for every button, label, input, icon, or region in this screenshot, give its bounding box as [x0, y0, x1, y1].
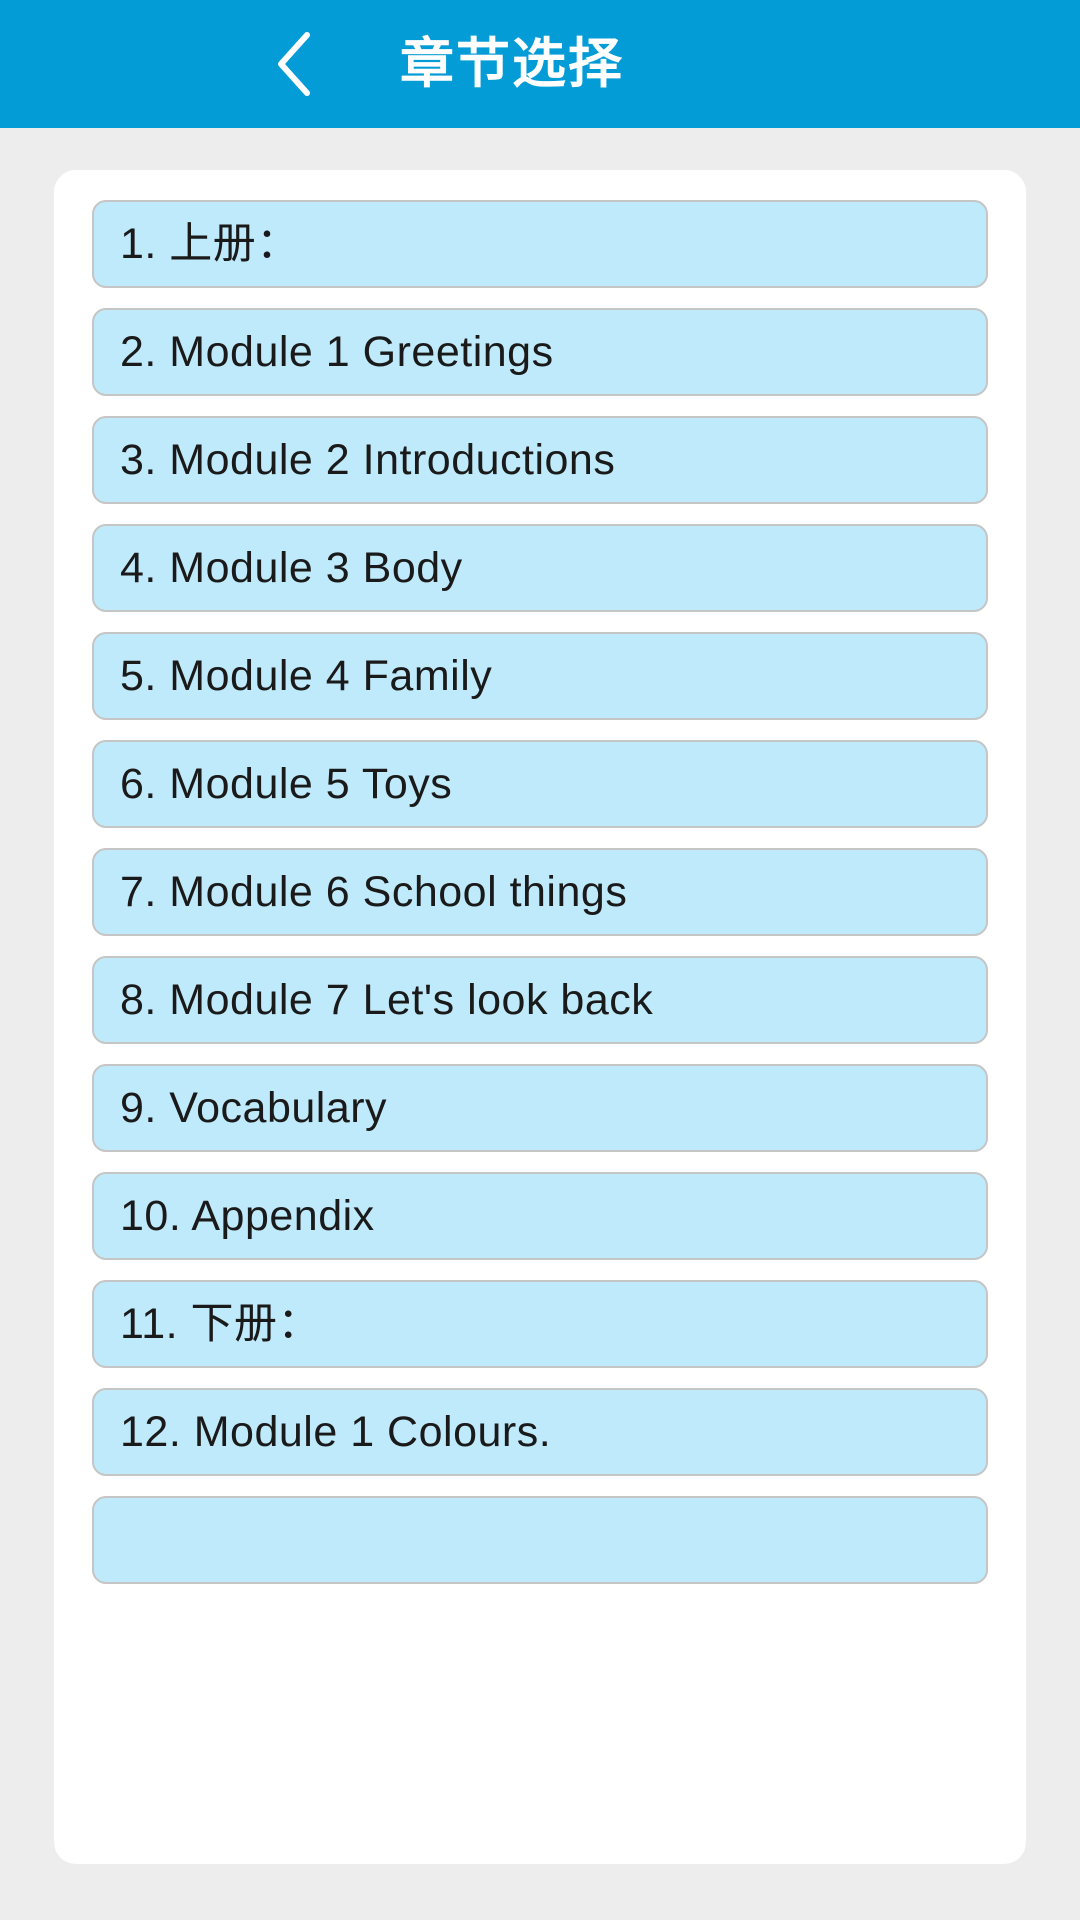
page-content: 1. 上册： 2. Module 1 Greetings 3. Module 2 I…: [0, 128, 1080, 1920]
chapter-item-label: 2. Module 1 Greetings: [120, 327, 554, 376]
chevron-left-icon: [271, 29, 317, 99]
chapter-list-item[interactable]: 11. 下册：: [92, 1280, 988, 1368]
chapter-list-item[interactable]: 3. Module 2 Introductions: [92, 416, 988, 504]
chapter-list-item[interactable]: 10. Appendix: [92, 1172, 988, 1260]
chapter-list-item[interactable]: [92, 1496, 988, 1584]
chapter-list-item[interactable]: 4. Module 3 Body: [92, 524, 988, 612]
chapter-list-item[interactable]: 8. Module 7 Let's look back: [92, 956, 988, 1044]
chapter-item-label: 7. Module 6 School things: [120, 867, 628, 916]
chapter-list-item[interactable]: 5. Module 4 Family: [92, 632, 988, 720]
chapter-list: 1. 上册： 2. Module 1 Greetings 3. Module 2 I…: [54, 170, 1026, 1604]
chapter-list-item[interactable]: 2. Module 1 Greetings: [92, 308, 988, 396]
chapter-list-item[interactable]: 7. Module 6 School things: [92, 848, 988, 936]
chapter-item-label: 12. Module 1 Colours.: [120, 1407, 552, 1456]
chapter-item-label: 10. Appendix: [120, 1191, 375, 1240]
chapter-item-label: 1. 上册：: [120, 219, 300, 268]
back-button[interactable]: [252, 22, 336, 106]
chapter-list-card: 1. 上册： 2. Module 1 Greetings 3. Module 2 I…: [54, 170, 1026, 1864]
app-bar: 章节选择: [0, 0, 1080, 128]
chapter-list-item[interactable]: 12. Module 1 Colours.: [92, 1388, 988, 1476]
chapter-item-label: 4. Module 3 Body: [120, 543, 463, 592]
chapter-item-label: 5. Module 4 Family: [120, 651, 493, 700]
chapter-item-label: 8. Module 7 Let's look back: [120, 975, 654, 1024]
chapter-item-label: 9. Vocabulary: [120, 1083, 388, 1132]
chapter-list-item[interactable]: 6. Module 5 Toys: [92, 740, 988, 828]
chapter-item-label: 11. 下册：: [120, 1299, 322, 1348]
chapter-list-item[interactable]: 9. Vocabulary: [92, 1064, 988, 1152]
chapter-list-item[interactable]: 1. 上册：: [92, 200, 988, 288]
chapter-item-label: 3. Module 2 Introductions: [120, 435, 616, 484]
chapter-item-label: 6. Module 5 Toys: [120, 759, 453, 808]
page-title: 章节选择: [400, 34, 624, 94]
